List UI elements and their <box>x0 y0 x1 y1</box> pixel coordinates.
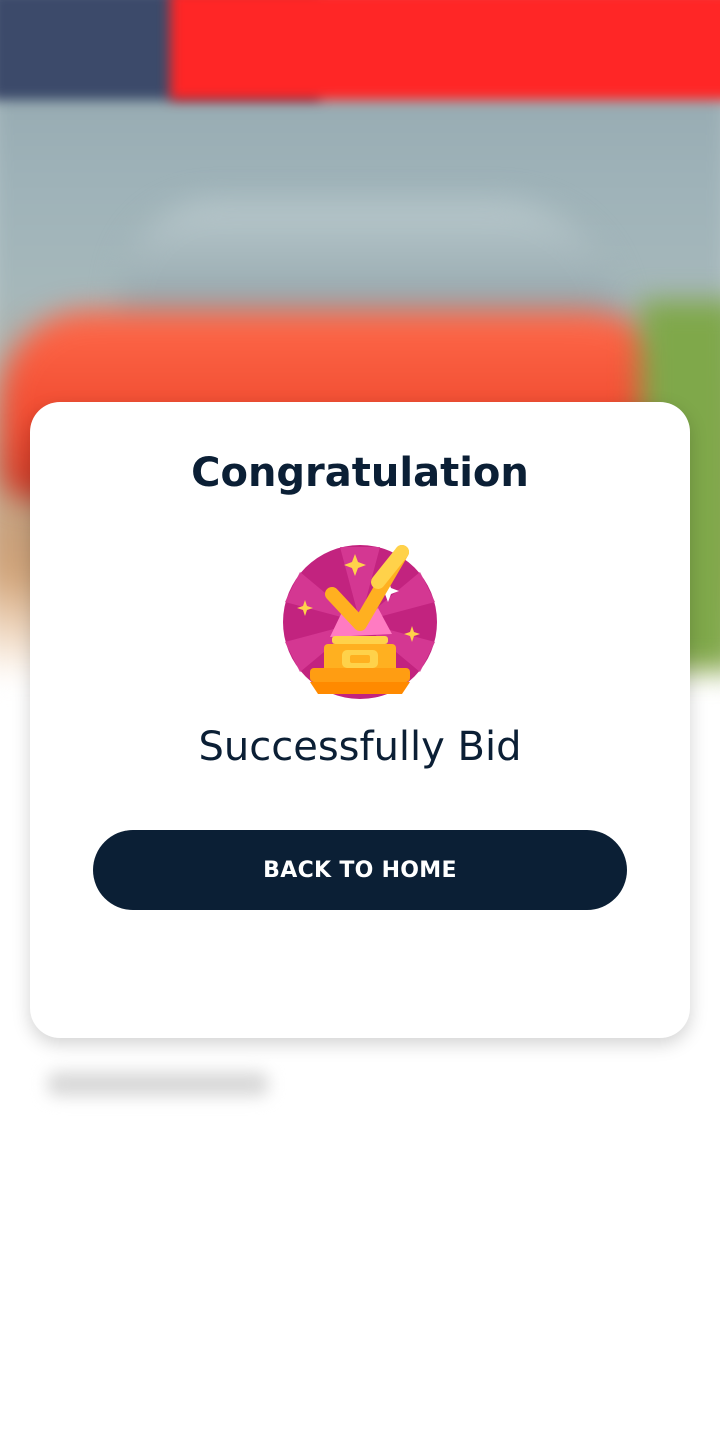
dialog-title: Congratulation <box>191 450 529 496</box>
success-message: Successfully Bid <box>198 724 522 770</box>
back-to-home-button[interactable]: BACK TO HOME <box>93 830 627 910</box>
blurred-header-right <box>170 0 720 100</box>
blurred-content-row <box>48 1072 268 1096</box>
trophy-checkmark-icon <box>283 545 437 699</box>
success-dialog: Congratulation Successfully Bid BACK TO … <box>30 402 690 1038</box>
